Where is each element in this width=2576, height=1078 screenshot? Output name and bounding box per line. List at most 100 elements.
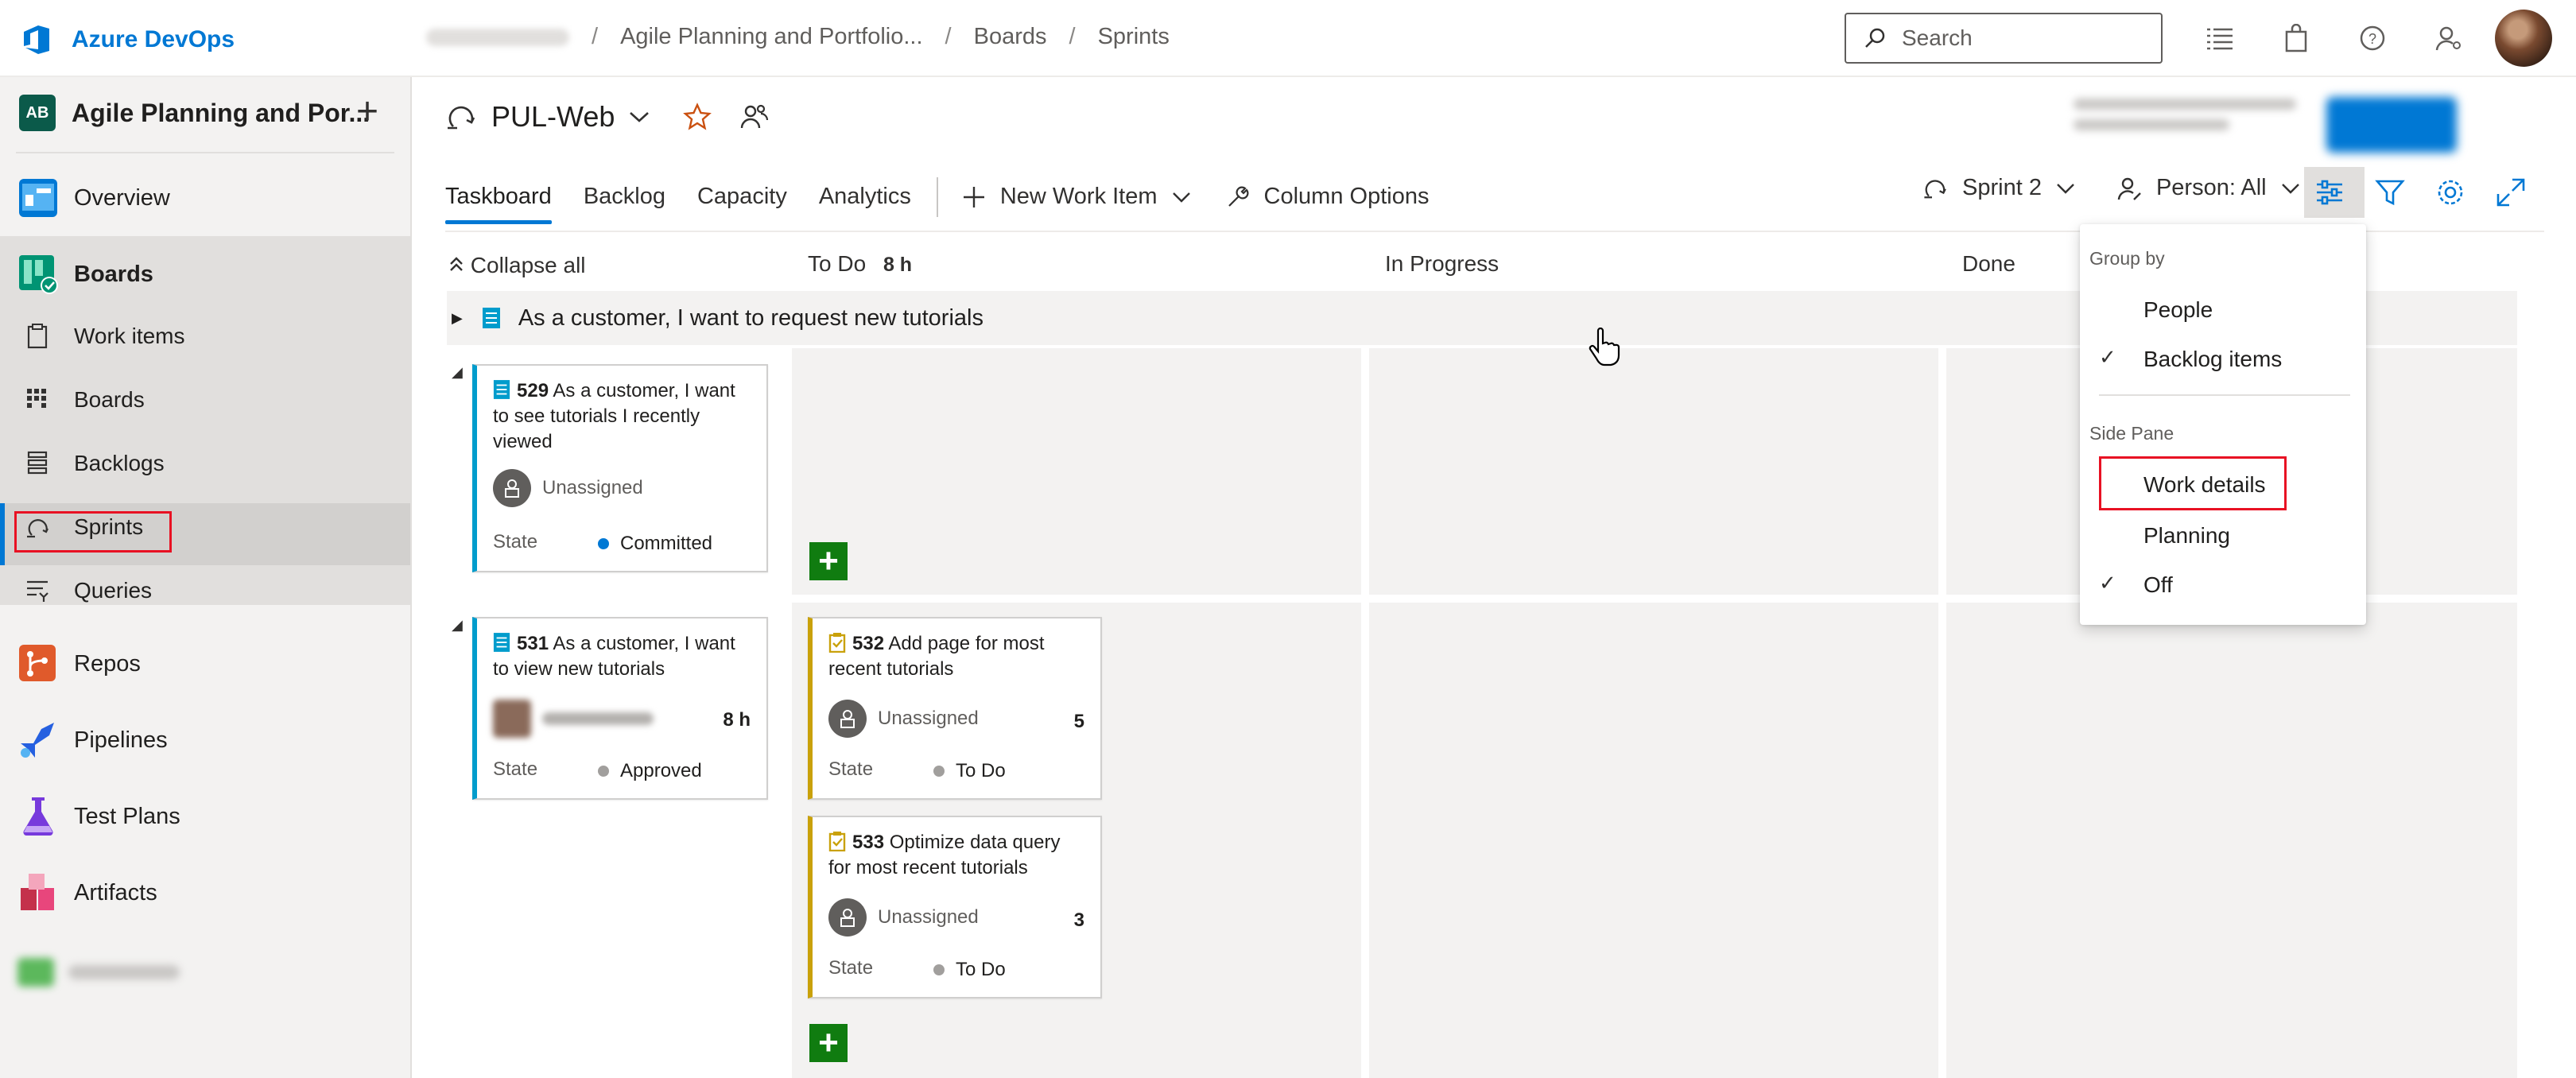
- chevron-down-icon: [2057, 183, 2074, 194]
- card-id: 529: [517, 380, 549, 401]
- card-assignee-redacted[interactable]: [493, 700, 654, 738]
- marketplace-bag-icon[interactable]: [2277, 19, 2315, 57]
- card-533[interactable]: 533 Optimize data query for most recent …: [808, 816, 1102, 999]
- menu-item-backlog-items[interactable]: Backlog items: [2143, 347, 2282, 372]
- state-value[interactable]: To Do: [933, 760, 1006, 782]
- card-id: 533: [852, 832, 885, 853]
- team-members-icon[interactable]: [740, 103, 769, 131]
- card-assignee[interactable]: Unassigned: [828, 898, 979, 936]
- sidebar-item-boards[interactable]: Boards: [0, 236, 410, 312]
- checkmark-icon: ✓: [2099, 571, 2116, 595]
- sidebar-item-label: Repos: [74, 651, 141, 677]
- team-header: PUL-Web: [445, 100, 769, 134]
- view-options-icon[interactable]: [2314, 176, 2345, 208]
- collapse-triangle-icon[interactable]: ◢: [452, 364, 463, 381]
- chevron-down-icon[interactable]: [629, 111, 650, 123]
- settings-gear-icon[interactable]: [2434, 176, 2466, 208]
- board-grid-icon: [27, 389, 46, 408]
- tab-capacity[interactable]: Capacity: [697, 184, 787, 224]
- state-label: State: [828, 758, 874, 780]
- lane-done-row2: [1946, 603, 2517, 1078]
- menu-item-people[interactable]: People: [2143, 297, 2213, 323]
- project-selector[interactable]: AB Agile Planning and Por...: [19, 95, 370, 131]
- card-remaining-work: 8 h: [723, 709, 751, 731]
- breadcrumb-sprints[interactable]: Sprints: [1098, 24, 1170, 50]
- collapse-triangle-icon[interactable]: ◢: [452, 617, 463, 634]
- wrench-icon: [1228, 186, 1249, 207]
- lane-todo-row1: [792, 348, 1361, 595]
- sidebar-item-pipelines[interactable]: Pipelines: [0, 702, 410, 778]
- state-text: Approved: [620, 760, 702, 781]
- queries-icon: [27, 580, 48, 602]
- card-remaining-work[interactable]: 5: [1074, 711, 1084, 733]
- sidebar-item-test-plans[interactable]: Test Plans: [0, 778, 410, 855]
- user-story-icon: [493, 380, 510, 399]
- collapse-all-button[interactable]: Collapse all: [448, 253, 586, 278]
- user-settings-icon[interactable]: [2430, 19, 2468, 57]
- favorite-star-icon[interactable]: [683, 103, 712, 131]
- tab-analytics[interactable]: Analytics: [819, 184, 911, 224]
- card-529[interactable]: 529 As a customer, I want to see tutoria…: [472, 364, 768, 572]
- breadcrumb-boards[interactable]: Boards: [974, 24, 1047, 50]
- menu-item-work-details[interactable]: Work details: [2143, 472, 2266, 498]
- sidebar-item-overview[interactable]: Overview: [0, 174, 410, 222]
- breadcrumb-separator: /: [592, 24, 599, 49]
- sidebar-item-label: Overview: [74, 184, 170, 211]
- test-plans-icon: [23, 797, 53, 836]
- tab-taskboard[interactable]: Taskboard: [445, 184, 552, 224]
- person-filter[interactable]: Person: All: [2116, 175, 2300, 201]
- column-options-button[interactable]: Column Options: [1226, 184, 1430, 210]
- card-531[interactable]: 531 As a customer, I want to view new tu…: [472, 617, 768, 800]
- sidebar-item-label: Work items: [74, 324, 185, 348]
- tab-backlog[interactable]: Backlog: [584, 184, 665, 224]
- sidebar-item-artifacts[interactable]: Artifacts: [0, 855, 410, 931]
- user-story-icon: [482, 308, 500, 328]
- work-items-icon: [27, 324, 48, 349]
- sidebar-item-label: Backlogs: [74, 451, 165, 475]
- card-532[interactable]: 532 Add page for most recent tutorials U…: [808, 617, 1102, 800]
- assignee-name: Unassigned: [878, 708, 979, 729]
- filter-icon[interactable]: [2374, 176, 2406, 208]
- sidebar-item-label: Boards: [74, 262, 153, 287]
- brand[interactable]: Azure DevOps: [19, 22, 235, 57]
- help-icon[interactable]: ?: [2353, 19, 2392, 57]
- breadcrumb-project[interactable]: Agile Planning and Portfolio...: [620, 24, 922, 50]
- assignee-name: Unassigned: [878, 906, 979, 928]
- task-list-icon[interactable]: [2201, 19, 2239, 57]
- state-value[interactable]: To Do: [933, 959, 1006, 981]
- column-options-label: Column Options: [1263, 184, 1430, 209]
- redacted-button[interactable]: [2326, 97, 2457, 153]
- sidebar-item-label: Pipelines: [74, 727, 168, 753]
- team-name[interactable]: PUL-Web: [491, 100, 615, 134]
- avatar[interactable]: [2495, 10, 2552, 67]
- azure-devops-logo-icon: [24, 25, 49, 54]
- menu-item-planning[interactable]: Planning: [2143, 523, 2230, 549]
- overview-icon: [19, 179, 57, 217]
- breadcrumb-organization-redacted[interactable]: [426, 28, 569, 46]
- side-pane-heading: Side Pane: [2089, 423, 2174, 444]
- sidebar-item-repos[interactable]: Repos: [0, 626, 410, 702]
- search-icon: [1865, 28, 1885, 48]
- card-remaining-work[interactable]: 3: [1074, 909, 1084, 932]
- column-name: In Progress: [1385, 251, 1499, 276]
- menu-item-off[interactable]: Off: [2143, 572, 2173, 598]
- sidebar-item-redacted[interactable]: [17, 958, 192, 987]
- card-assignee[interactable]: Unassigned: [493, 469, 643, 507]
- sprint-picker[interactable]: Sprint 2: [1922, 175, 2075, 201]
- state-value[interactable]: Committed: [598, 533, 712, 555]
- sprint-icon: [448, 106, 475, 130]
- search-input[interactable]: Search: [1845, 13, 2163, 64]
- group-by-heading: Group by: [2089, 248, 2165, 269]
- chevron-down-icon: [2281, 183, 2299, 194]
- card-title: 532 Add page for most recent tutorials: [828, 631, 1088, 682]
- expand-triangle-icon: ▶: [452, 309, 463, 326]
- project-name: Agile Planning and Por...: [72, 98, 370, 127]
- card-assignee[interactable]: Unassigned: [828, 700, 979, 738]
- fullscreen-icon[interactable]: [2495, 176, 2527, 208]
- hand-cursor-icon: [1589, 328, 1620, 366]
- state-value[interactable]: Approved: [598, 760, 702, 782]
- add-task-button[interactable]: +: [809, 542, 848, 580]
- add-task-button[interactable]: +: [809, 1024, 848, 1062]
- new-work-item-button[interactable]: New Work Item: [962, 184, 1191, 210]
- add-icon[interactable]: +: [356, 93, 378, 131]
